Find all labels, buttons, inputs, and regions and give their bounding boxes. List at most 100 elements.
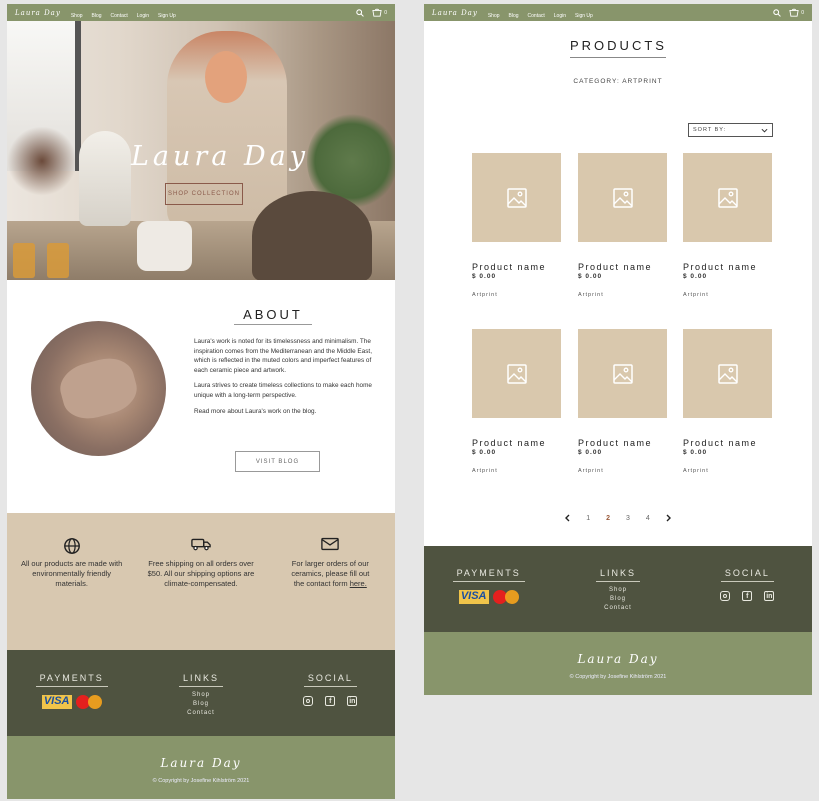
about-text: Laura's work is noted for its timelessne…: [194, 337, 384, 422]
page-2[interactable]: 2: [606, 515, 610, 522]
product-name[interactable]: Product name: [578, 262, 667, 272]
sort-label: SORT BY:: [693, 127, 727, 133]
copyright: © Copyright by Josefine Kihlström 2021: [152, 778, 250, 784]
product-image-placeholder[interactable]: [472, 153, 561, 242]
footer-link-shop[interactable]: Shop: [136, 691, 265, 700]
hero-bust: [79, 131, 131, 226]
nav-link-signup[interactable]: Sign Up: [575, 13, 593, 19]
nav-tools: 0: [773, 8, 804, 17]
footer-social: SOCIAL f in: [266, 668, 395, 736]
footer-links: LINKS Shop Blog Contact: [553, 563, 682, 632]
product-name[interactable]: Product name: [683, 438, 772, 448]
search-icon[interactable]: [356, 8, 365, 17]
about-paragraph: Laura strives to create timeless collect…: [194, 382, 372, 399]
footer-link-contact[interactable]: Contact: [136, 709, 265, 718]
footer-link-blog[interactable]: Blog: [136, 700, 265, 709]
nav-logo[interactable]: Laura Day: [15, 9, 61, 17]
sort-dropdown[interactable]: SORT BY:: [688, 123, 773, 137]
footer-links: LINKS Shop Blog Contact: [136, 668, 265, 736]
product-name[interactable]: Product name: [472, 262, 561, 272]
footer-link-shop[interactable]: Shop: [553, 586, 682, 595]
product-price: $ 0.00: [472, 449, 497, 456]
search-icon[interactable]: [773, 8, 782, 17]
footer-link-contact[interactable]: Contact: [553, 604, 682, 613]
footer-main: PAYMENTS VISA LINKS Shop Blog Contact SOCI…: [424, 546, 812, 632]
product-image-placeholder[interactable]: [683, 329, 772, 418]
product-image-placeholder[interactable]: [578, 153, 667, 242]
shop-collection-button[interactable]: SHOP COLLECTION: [165, 183, 243, 205]
nav-link-signup[interactable]: Sign Up: [158, 13, 176, 19]
hero-banner: Laura Day SHOP COLLECTION: [7, 21, 395, 280]
products-page: Laura Day Shop Blog Contact Login Sign Up 0 …: [424, 4, 812, 695]
nav-links: Shop Blog Contact Login Sign Up: [71, 4, 185, 22]
nav-link-shop[interactable]: Shop: [488, 13, 500, 19]
nav-logo[interactable]: Laura Day: [432, 9, 478, 17]
image-placeholder-icon: [612, 363, 633, 384]
nav-link-contact[interactable]: Contact: [111, 13, 128, 19]
hero-pot: [252, 191, 372, 280]
product-card[interactable]: Product name $ 0.00 Artprint: [472, 153, 561, 298]
features-section: All our products are made with environme…: [7, 513, 395, 650]
chevron-down-icon: [761, 128, 768, 133]
cart-count: 0: [801, 9, 804, 16]
footer-bottom: Laura Day © Copyright by Josefine Kihlst…: [7, 736, 395, 799]
social-title: SOCIAL: [720, 568, 774, 582]
page-4[interactable]: 4: [646, 515, 650, 522]
linkedin-icon[interactable]: in: [347, 696, 358, 706]
footer-main: PAYMENTS VISA LINKS Shop Blog Contact SOCI…: [7, 650, 395, 736]
product-image-placeholder[interactable]: [683, 153, 772, 242]
footer-social: SOCIAL f in: [683, 563, 812, 632]
product-price: $ 0.00: [578, 449, 603, 456]
feature-contact: For larger orders of our ceramics, pleas…: [266, 513, 395, 650]
chevron-right-icon[interactable]: [666, 514, 672, 522]
copyright: © Copyright by Josefine Kihlström 2021: [569, 674, 667, 680]
page-1[interactable]: 1: [586, 515, 590, 522]
footer-link-blog[interactable]: Blog: [553, 595, 682, 604]
links-title: LINKS: [595, 568, 640, 582]
product-image-placeholder[interactable]: [578, 329, 667, 418]
product-price: $ 0.00: [683, 449, 708, 456]
nav-link-shop[interactable]: Shop: [71, 13, 83, 19]
top-nav: Laura Day Shop Blog Contact Login Sign Up 0: [424, 4, 812, 21]
product-image-placeholder[interactable]: [472, 329, 561, 418]
nav-link-contact[interactable]: Contact: [528, 13, 545, 19]
product-card[interactable]: Product name $ 0.00 Artprint: [578, 329, 667, 474]
instagram-icon[interactable]: [720, 591, 731, 601]
nav-tools: 0: [356, 8, 387, 17]
facebook-icon[interactable]: f: [325, 696, 336, 706]
product-card[interactable]: Product name $ 0.00 Artprint: [472, 329, 561, 474]
cart-count: 0: [384, 9, 387, 16]
contact-form-link[interactable]: here.: [350, 579, 367, 588]
product-name[interactable]: Product name: [472, 438, 561, 448]
feature-shipping: Free shipping on all orders over $50. Al…: [136, 513, 265, 650]
product-card[interactable]: Product name $ 0.00 Artprint: [578, 153, 667, 298]
payments-title: PAYMENTS: [452, 568, 525, 582]
image-placeholder-icon: [717, 187, 738, 208]
feature-text: All our products are made with environme…: [21, 559, 123, 588]
chevron-left-icon[interactable]: [564, 514, 570, 522]
hero-glass: [47, 243, 69, 278]
page-3[interactable]: 3: [626, 515, 630, 522]
nav-link-blog[interactable]: Blog: [92, 13, 102, 19]
cart-icon[interactable]: [372, 8, 382, 17]
visit-blog-button[interactable]: VISIT BLOG: [235, 451, 320, 472]
facebook-icon[interactable]: f: [742, 591, 753, 601]
product-name[interactable]: Product name: [578, 438, 667, 448]
product-category: Artprint: [683, 468, 709, 474]
cart-icon[interactable]: [789, 8, 799, 17]
home-page: Laura Day Shop Blog Contact Login Sign Up 0 …: [7, 4, 395, 799]
instagram-icon[interactable]: [303, 696, 314, 706]
mail-icon: [321, 537, 340, 551]
nav-link-login[interactable]: Login: [554, 13, 566, 19]
about-paragraph: Laura's work is noted for its timelessne…: [194, 338, 372, 374]
footer-logo: Laura Day: [577, 652, 659, 666]
product-card[interactable]: Product name $ 0.00 Artprint: [683, 329, 772, 474]
product-name[interactable]: Product name: [683, 262, 772, 272]
hero-branches: [7, 121, 77, 201]
product-card[interactable]: Product name $ 0.00 Artprint: [683, 153, 772, 298]
hero-jug: [137, 221, 192, 271]
hero-glass: [13, 243, 35, 278]
linkedin-icon[interactable]: in: [764, 591, 775, 601]
nav-link-login[interactable]: Login: [137, 13, 149, 19]
nav-link-blog[interactable]: Blog: [509, 13, 519, 19]
